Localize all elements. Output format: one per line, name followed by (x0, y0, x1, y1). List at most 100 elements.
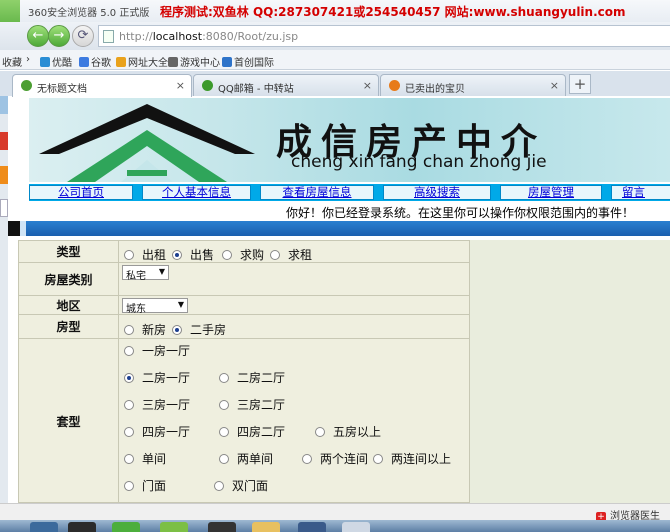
menu-home[interactable]: 公司首页 (29, 185, 133, 200)
site-logo (39, 104, 255, 182)
type-rent-wanted-radio[interactable]: 求租 (270, 246, 312, 263)
site-nav-menu: 公司首页 个人基本信息 查看房屋信息 高级搜索 房屋管理 留言 (29, 184, 670, 201)
menu-messages[interactable]: 留言 (611, 185, 670, 200)
layout-option-radio[interactable]: 三房一厅 (124, 396, 190, 413)
directory-icon (116, 57, 126, 67)
author-banner: 程序测试:双鱼林 QQ:287307421或254540457 网站:www.s… (160, 5, 626, 19)
row-house-type: 房型 新房 二手房 (19, 315, 469, 339)
site-header: 成信房产中介 cheng xin fang chan zhong jie (29, 98, 670, 182)
house-type-second-hand-radio[interactable]: 二手房 (172, 321, 226, 338)
menu-view-houses[interactable]: 查看房屋信息 (260, 185, 374, 200)
close-icon[interactable]: × (550, 79, 559, 92)
dropdown-arrow-icon: ▼ (177, 300, 184, 309)
dropdown-arrow-icon: ▼ (158, 267, 165, 276)
taskbar-window-icon[interactable] (342, 522, 370, 532)
gamepad-icon (168, 57, 178, 67)
layout-option-radio[interactable]: 两个连间 (302, 450, 368, 467)
divider-bar (8, 221, 670, 236)
taobao-icon (389, 80, 400, 91)
refresh-icon: ⟳ (77, 28, 89, 43)
type-buy-radio[interactable]: 求购 (222, 246, 264, 263)
status-bar: + 浏览器医生 (0, 503, 670, 522)
layout-option-radio[interactable]: 两连间以上 (373, 450, 451, 467)
new-tab-button[interactable]: + (569, 74, 591, 94)
address-bar[interactable]: http://localhost:8080/Root/zu.jsp (98, 25, 670, 47)
layout-option-radio[interactable]: 三房二厅 (219, 396, 285, 413)
category-label: 房屋类别 (19, 263, 119, 295)
tab-title: 已卖出的宝贝 (405, 84, 465, 95)
favorites-chevron-icon: › (26, 54, 30, 65)
district-label: 地区 (19, 296, 119, 314)
favorites-menu[interactable]: 收藏 (2, 54, 22, 69)
taskbar-editor-icon[interactable] (298, 522, 326, 532)
forward-button[interactable]: → (48, 25, 70, 47)
tab-title: 无标题文档 (37, 84, 87, 95)
favorite-url-directory[interactable]: 网址大全 (116, 54, 168, 69)
page-icon (103, 30, 114, 43)
house-form: 类型 出租 出售 求购 求租 房屋类别 私宅 ▼ 地区 城东 ▼ 房型 新房 二手房… (18, 240, 470, 504)
taskbar (0, 520, 670, 532)
taskbar-app-icon[interactable] (68, 522, 96, 532)
menu-advanced-search[interactable]: 高级搜索 (383, 185, 491, 200)
page-icon (21, 80, 32, 91)
layout-option-radio[interactable]: 门面 (124, 477, 166, 494)
dock-item-note-icon[interactable] (0, 199, 8, 217)
favorites-bar: 收藏 › 优酷 谷歌 网址大全 游戏中心 首创国际 (0, 50, 670, 70)
taskbar-explorer-icon[interactable] (160, 522, 188, 532)
row-type: 类型 出租 出售 求购 求租 (19, 241, 469, 263)
tab-title: QQ邮箱 - 中转站 (218, 84, 294, 95)
menu-house-management[interactable]: 房屋管理 (500, 185, 602, 200)
favorite-youku[interactable]: 优酷 (40, 54, 72, 69)
site-title-en: cheng xin fang chan zhong jie (291, 152, 547, 172)
type-rent-out-radio[interactable]: 出租 (124, 246, 166, 263)
row-category: 房屋类别 私宅 ▼ (19, 263, 469, 296)
favorite-game-center[interactable]: 游戏中心 (168, 54, 220, 69)
row-district: 地区 城东 ▼ (19, 296, 469, 315)
category-select[interactable]: 私宅 ▼ (122, 265, 169, 282)
back-arrow-icon: ← (32, 28, 44, 43)
house-type-label: 房型 (19, 315, 119, 338)
taskbar-qq-icon[interactable] (208, 522, 236, 532)
close-icon[interactable]: × (176, 79, 185, 92)
menu-profile[interactable]: 个人基本信息 (142, 185, 251, 200)
district-select[interactable]: 城东 ▼ (122, 298, 188, 315)
youku-icon (40, 57, 50, 67)
layout-option-radio[interactable]: 两单间 (219, 450, 273, 467)
layout-option-radio[interactable]: 双门面 (214, 477, 268, 494)
tab-untitled-document[interactable]: 无标题文档 × (12, 74, 192, 97)
close-icon[interactable]: × (363, 79, 372, 92)
layout-option-radio[interactable]: 二房二厅 (219, 369, 285, 386)
layout-option-radio[interactable]: 五房以上 (315, 423, 381, 440)
tab-qq-mail[interactable]: QQ邮箱 - 中转站 × (193, 74, 379, 96)
sidebar-dock (0, 96, 8, 516)
taskbar-browser-icon[interactable] (112, 522, 140, 532)
layout-option-radio[interactable]: 四房一厅 (124, 423, 190, 440)
forward-arrow-icon: → (53, 28, 65, 43)
favorite-shouchuang[interactable]: 首创国际 (222, 54, 274, 69)
dock-item-bookmark-icon[interactable] (0, 96, 8, 114)
shouchuang-icon (222, 57, 232, 67)
layout-label: 套型 (19, 339, 119, 504)
house-type-new-radio[interactable]: 新房 (124, 321, 166, 338)
start-orb-icon[interactable] (30, 522, 58, 532)
tab-sold-items[interactable]: 已卖出的宝贝 × (380, 74, 566, 96)
type-sell-radio[interactable]: 出售 (172, 246, 214, 263)
layout-option-radio[interactable]: 四房二厅 (219, 423, 285, 440)
type-label: 类型 (19, 241, 119, 262)
page-icon (202, 80, 213, 91)
dock-item-weibo-icon[interactable] (0, 132, 8, 150)
layout-option-radio[interactable]: 一房一厅 (124, 342, 190, 359)
layout-option-radio[interactable]: 二房一厅 (124, 369, 190, 386)
layout-option-radio[interactable]: 单间 (124, 450, 166, 467)
favorite-google[interactable]: 谷歌 (79, 54, 111, 69)
browser-app-name: 360安全浏览器 5.0 正式版 (28, 8, 150, 19)
tab-strip: 无标题文档 × QQ邮箱 - 中转站 × 已卖出的宝贝 × + (0, 71, 670, 97)
refresh-button[interactable]: ⟳ (72, 25, 94, 47)
taskbar-folder-icon[interactable] (252, 522, 280, 532)
google-icon (79, 57, 89, 67)
navigation-toolbar: ← → ⟳ http://localhost:8080/Root/zu.jsp (0, 22, 670, 50)
browser-title-bar: 360安全浏览器 5.0 正式版 程序测试:双鱼林 QQ:287307421或2… (0, 0, 670, 22)
right-panel (470, 240, 670, 503)
back-button[interactable]: ← (27, 25, 49, 47)
dock-item-app-icon[interactable] (0, 166, 8, 184)
